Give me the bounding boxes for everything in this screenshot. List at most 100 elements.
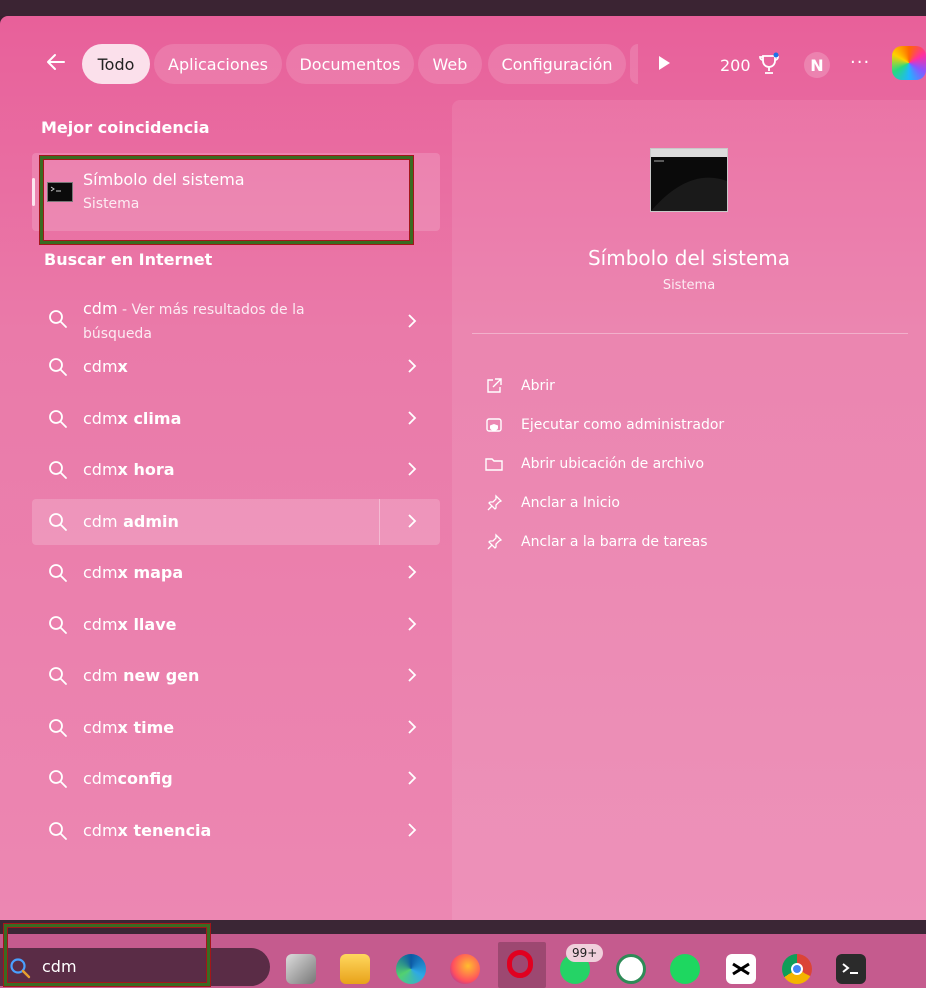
firefox-icon[interactable] <box>450 954 480 984</box>
terminal-icon[interactable] <box>836 954 866 984</box>
suggestion-text: cdmx llave <box>83 615 177 634</box>
suggestion-text-cont: búsqueda <box>83 326 152 342</box>
chevron-right-icon[interactable] <box>406 313 418 329</box>
preview-pane: Símbolo del sistema Sistema Abrir Ejecut… <box>452 100 926 920</box>
internet-heading: Buscar en Internet <box>44 250 213 269</box>
chevron-right-icon[interactable] <box>406 564 418 580</box>
tab-aplicaciones[interactable]: Aplicaciones <box>154 44 282 84</box>
tab-web[interactable]: Web <box>418 44 482 84</box>
chevron-right-icon[interactable] <box>406 719 418 735</box>
edge-icon[interactable] <box>396 954 426 984</box>
copilot-icon[interactable] <box>892 46 926 80</box>
action-label: Anclar a Inicio <box>521 495 620 511</box>
chrome-icon[interactable] <box>782 954 812 984</box>
action-label: Abrir <box>521 378 555 394</box>
action-pin-taskbar[interactable]: Anclar a la barra de tareas <box>484 532 707 552</box>
window-top-strip <box>0 0 926 16</box>
file-explorer-icon[interactable] <box>340 954 370 984</box>
more-options-button[interactable]: ··· <box>850 52 870 73</box>
pin-icon <box>484 493 504 513</box>
preview-title: Símbolo del sistema <box>587 246 790 270</box>
search-icon <box>49 513 67 531</box>
best-match-heading: Mejor coincidencia <box>41 118 210 137</box>
selection-indicator <box>32 178 35 206</box>
admin-shield-icon <box>484 415 504 435</box>
chevron-right-icon[interactable] <box>406 667 418 683</box>
rewards-points[interactable]: 200 <box>720 56 751 75</box>
action-pin-start[interactable]: Anclar a Inicio <box>484 493 620 513</box>
play-icon <box>659 56 670 70</box>
divider <box>472 333 908 334</box>
search-suggestion[interactable]: cdmx mapa <box>32 550 440 596</box>
avatar[interactable]: N <box>804 52 830 78</box>
chevron-right-icon[interactable] <box>406 410 418 426</box>
suggestion-text: cdm admin <box>83 512 179 531</box>
suggestion-text: cdmx hora <box>83 460 175 479</box>
trophy-icon[interactable] <box>756 52 782 82</box>
tab-overflow[interactable] <box>630 44 638 84</box>
action-open-location[interactable]: Abrir ubicación de archivo <box>484 454 704 474</box>
chevron-right-icon[interactable] <box>406 822 418 838</box>
suggestion-text: cdmx time <box>83 718 175 737</box>
search-suggestion[interactable]: cdm admin <box>32 499 440 545</box>
pin-icon <box>484 532 504 552</box>
search-icon <box>49 310 67 328</box>
search-suggestion[interactable]: cdmx <box>32 344 440 390</box>
preview-subtitle: Sistema <box>662 278 716 293</box>
open-external-icon <box>484 376 504 396</box>
app-icon-green[interactable] <box>616 954 646 984</box>
search-icon <box>49 822 67 840</box>
action-run-admin[interactable]: Ejecutar como administrador <box>484 415 724 435</box>
suggestion-text: cdmconfig <box>83 769 173 788</box>
tab-todo[interactable]: Todo <box>82 44 150 84</box>
search-suggestion-first[interactable]: cdm - Ver más resultados de la búsqueda <box>32 296 440 346</box>
tab-configuracion[interactable]: Configuración <box>488 44 626 84</box>
search-icon <box>49 667 67 685</box>
search-suggestion[interactable]: cdm new gen <box>32 653 440 699</box>
more-tabs-button[interactable] <box>656 54 672 76</box>
search-icon <box>49 564 67 582</box>
chevron-right-icon[interactable] <box>406 358 418 374</box>
capcut-icon[interactable] <box>726 954 756 984</box>
folder-icon <box>484 454 504 474</box>
search-suggestion[interactable]: cdmx llave <box>32 602 440 648</box>
search-suggestion[interactable]: cdmx time <box>32 705 440 751</box>
back-button[interactable] <box>40 46 72 78</box>
chevron-right-icon[interactable] <box>406 616 418 632</box>
row-divider <box>379 499 380 545</box>
spotify-icon[interactable] <box>670 954 700 984</box>
search-header: Todo Aplicaciones Documentos Web Configu… <box>0 16 926 112</box>
start-search-panel: Todo Aplicaciones Documentos Web Configu… <box>0 16 926 920</box>
search-suggestion[interactable]: cdmx clima <box>32 396 440 442</box>
taskbar: cdm 99+ <box>0 920 926 988</box>
task-view-icon[interactable] <box>286 954 316 984</box>
opera-tile[interactable] <box>498 942 546 988</box>
search-suggestion[interactable]: cdmx hora <box>32 447 440 493</box>
opera-icon <box>507 950 533 978</box>
suggestion-text: cdmx <box>83 357 128 376</box>
command-prompt-preview-icon <box>650 148 728 212</box>
search-icon <box>49 358 67 376</box>
chevron-right-icon[interactable] <box>406 461 418 477</box>
suggestion-text: cdmx tenencia <box>83 821 212 840</box>
action-label: Anclar a la barra de tareas <box>521 534 708 550</box>
suggestion-text: cdmx clima <box>83 409 182 428</box>
search-icon <box>49 616 67 634</box>
search-icon <box>49 719 67 737</box>
chevron-right-icon[interactable] <box>406 513 418 529</box>
action-label: Abrir ubicación de archivo <box>521 456 705 472</box>
search-suggestion[interactable]: cdmconfig <box>32 756 440 802</box>
notification-badge: 99+ <box>566 944 604 962</box>
action-label: Ejecutar como administrador <box>521 417 725 433</box>
highlight-box <box>40 156 413 244</box>
highlight-box-taskbar <box>4 924 210 986</box>
tab-documentos[interactable]: Documentos <box>286 44 414 84</box>
suggestion-text: cdmx mapa <box>83 563 184 582</box>
chevron-right-icon[interactable] <box>406 770 418 786</box>
search-suggestion[interactable]: cdmx tenencia <box>32 808 440 854</box>
suggestion-text: cdm - Ver más resultados de la <box>83 299 305 318</box>
action-open[interactable]: Abrir <box>484 376 555 396</box>
search-icon <box>49 770 67 788</box>
search-icon <box>49 461 67 479</box>
search-icon <box>49 410 67 428</box>
